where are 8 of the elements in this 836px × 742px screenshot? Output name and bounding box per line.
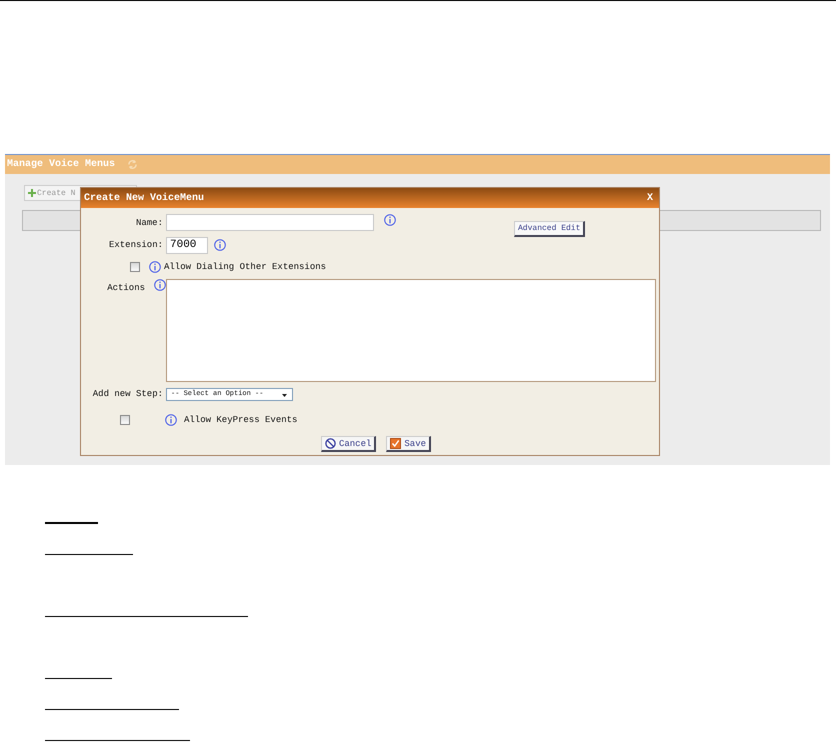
checkbox-label: Allow Dialing Other Extensions (164, 262, 326, 272)
field-label: Name: (134, 218, 163, 228)
page-title: Manage Voice Menus (7, 159, 116, 170)
field-label: Extension: (108, 240, 163, 250)
dialog-title: Create New VoiceMenu (84, 192, 204, 204)
checkbox-label: Allow KeyPress Events (184, 414, 298, 424)
field-label: Add new Step: (92, 389, 163, 399)
field-label: Actions (106, 283, 145, 293)
